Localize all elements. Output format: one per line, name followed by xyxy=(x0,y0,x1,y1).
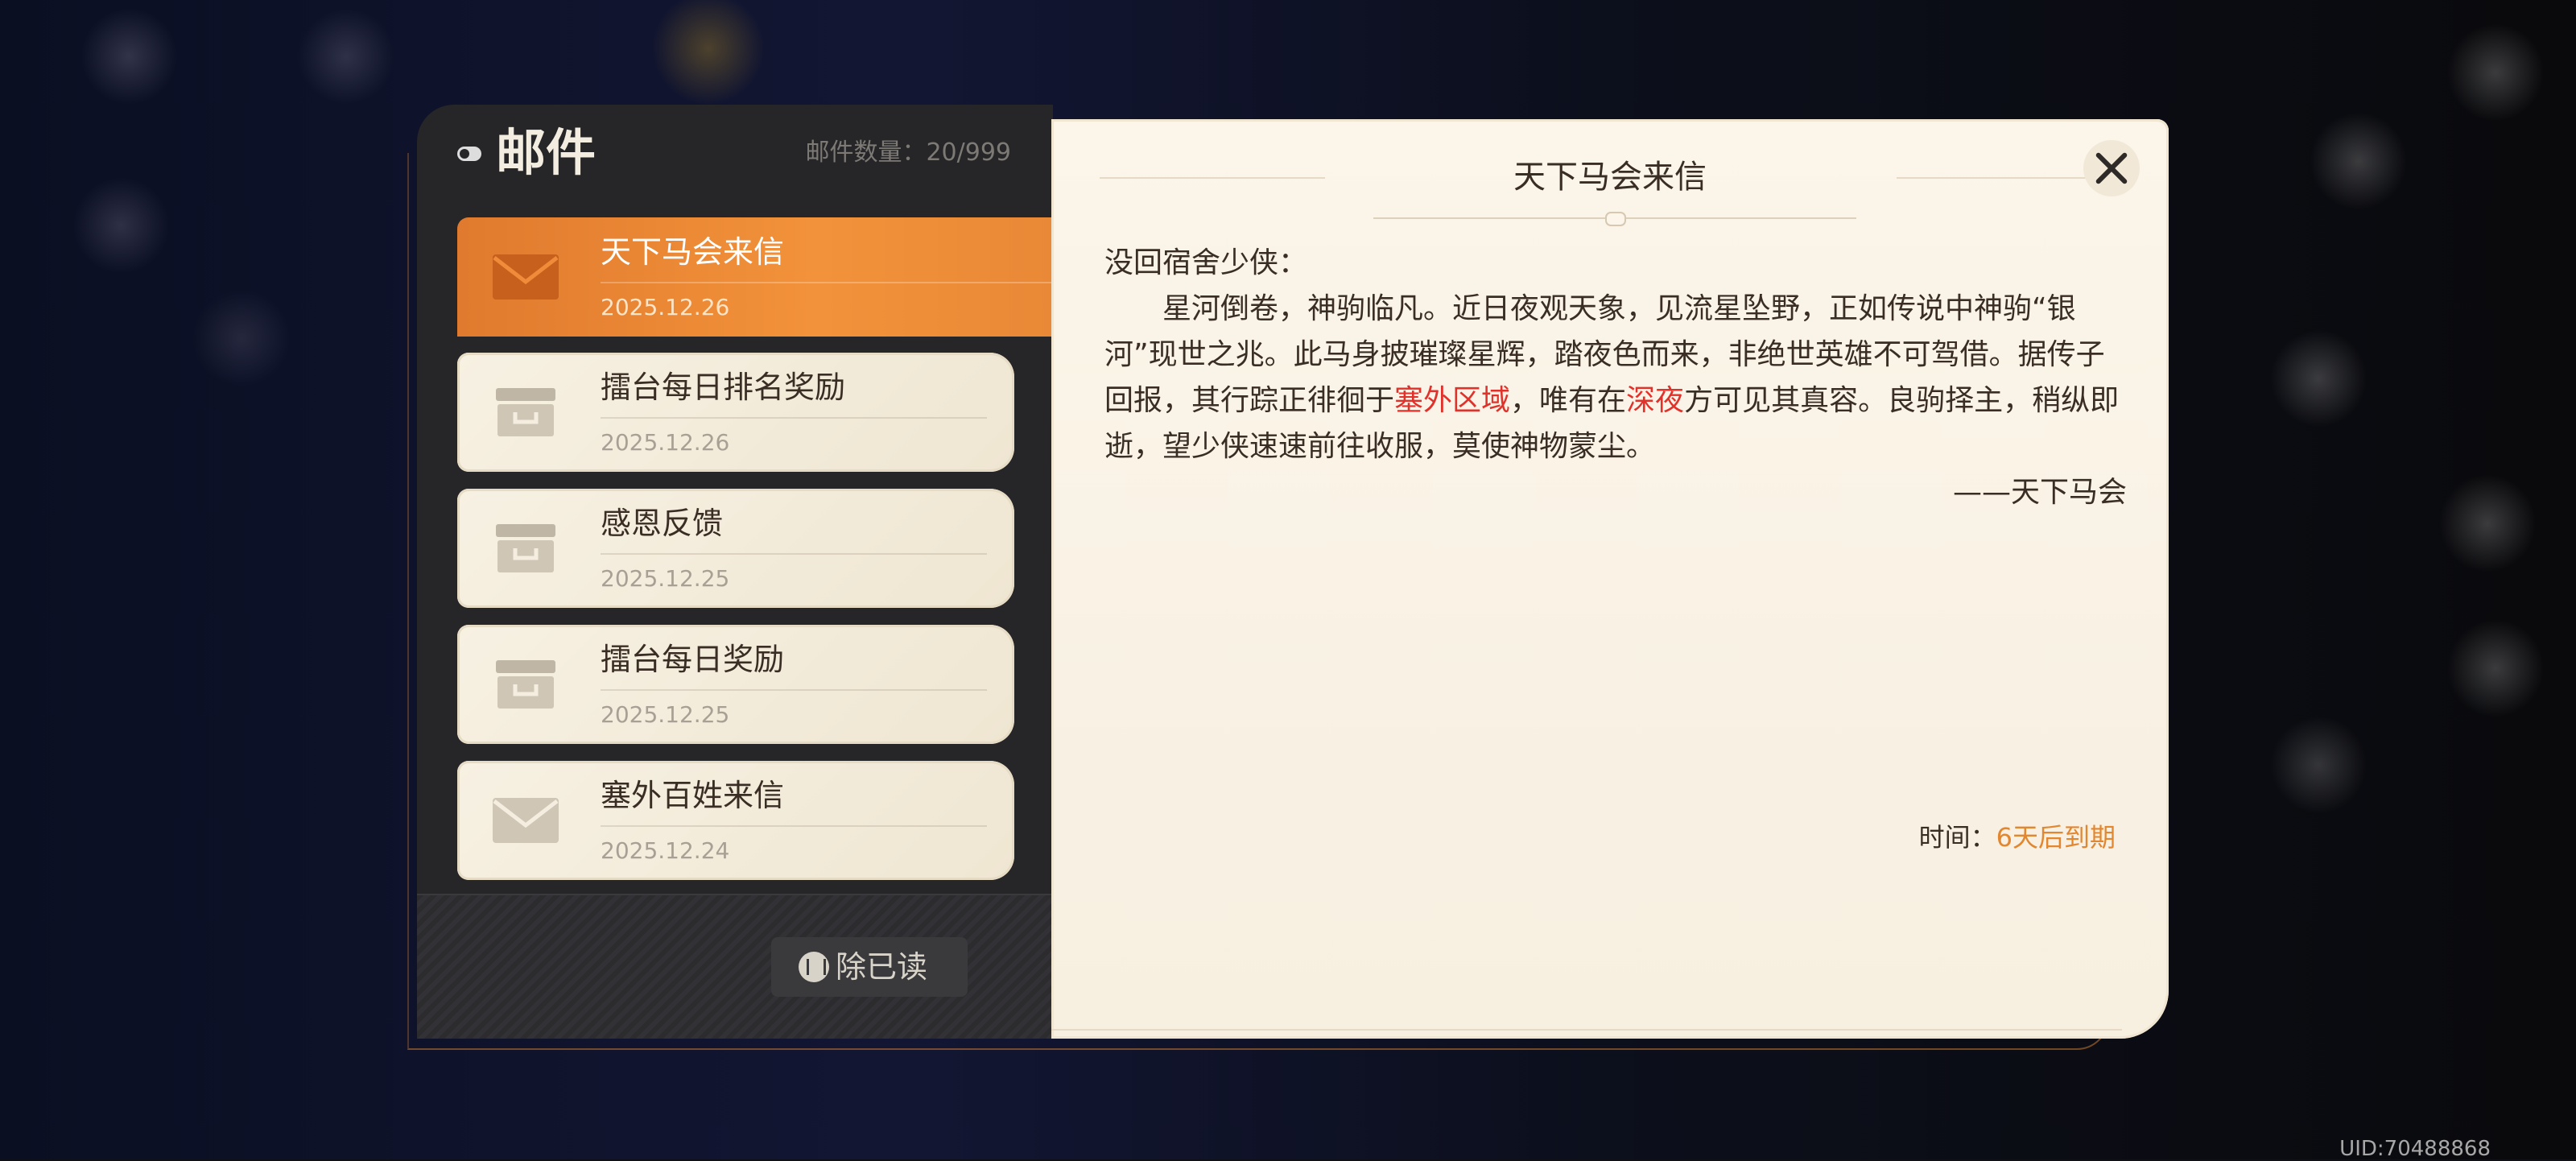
chest-icon xyxy=(491,385,560,440)
trash-icon xyxy=(799,952,829,982)
delete-read-button[interactable]: 除已读 xyxy=(771,937,968,997)
divider xyxy=(601,282,1051,283)
divider xyxy=(1051,1029,2122,1031)
divider xyxy=(601,553,987,555)
mail-date: 2025.12.25 xyxy=(601,699,729,731)
envelope-icon xyxy=(491,250,560,304)
time-label: 时间： xyxy=(1919,822,1996,853)
expiry-row: 时间：6天后到期 xyxy=(1919,820,2116,855)
mail-title: 感恩反馈 xyxy=(601,503,723,543)
letter-body: 没回宿舍少侠： 星河倒卷，神驹临凡。近日夜观天象，见流星坠野，正如传说中神驹“银… xyxy=(1104,240,2127,515)
chest-icon xyxy=(491,521,560,576)
mail-date: 2025.12.26 xyxy=(601,291,729,324)
toggle-icon xyxy=(457,147,481,161)
mail-item-leitai-daily[interactable]: 擂台每日奖励 2025.12.25 xyxy=(457,625,1014,744)
detail-title: 天下马会来信 xyxy=(1051,155,2169,200)
mail-panel-footer: 除已读 xyxy=(417,894,1053,1039)
letter-signature: ——天下马会 xyxy=(1104,469,2127,515)
mail-title: 塞外百姓来信 xyxy=(601,775,784,816)
divider xyxy=(601,689,987,691)
mail-panel-header: 邮件 邮件数量：20/999 xyxy=(417,105,1053,201)
ornament-icon xyxy=(1605,212,1626,226)
letter-greeting: 没回宿舍少侠： xyxy=(1104,240,2127,286)
mail-detail-panel: 天下马会来信 没回宿舍少侠： 星河倒卷，神驹临凡。近日夜观天象，见流星坠野，正如… xyxy=(1051,119,2169,1039)
mail-date: 2025.12.26 xyxy=(601,427,729,459)
highlight-time: 深夜 xyxy=(1626,384,1684,417)
uid-label: UID:70488868 xyxy=(2339,1138,2491,1159)
letter-text: ，唯有在 xyxy=(1510,384,1626,417)
mail-item-ganen-feedback[interactable]: 感恩反馈 2025.12.25 xyxy=(457,489,1014,608)
envelope-icon xyxy=(491,793,560,848)
expiry-value: 6天后到期 xyxy=(1996,822,2116,853)
mail-title: 擂台每日奖励 xyxy=(601,639,784,680)
chest-icon xyxy=(491,657,560,712)
divider xyxy=(601,825,987,827)
mail-item-tianxia-mahui[interactable]: 天下马会来信 2025.12.26 xyxy=(457,217,1053,337)
mail-count: 邮件数量：20/999 xyxy=(805,137,1011,169)
mail-date: 2025.12.25 xyxy=(601,563,729,595)
delete-read-label: 除已读 xyxy=(836,948,927,985)
mail-list: 天下马会来信 2025.12.26 擂台每日排名奖励 2025.12.26 感恩… xyxy=(457,217,1053,992)
mail-list-panel: 邮件 邮件数量：20/999 天下马会来信 2025.12.26 擂台每日排名奖… xyxy=(417,105,1053,1039)
divider xyxy=(601,417,987,419)
close-button[interactable] xyxy=(2083,140,2140,196)
mail-item-leitai-ranking[interactable]: 擂台每日排名奖励 2025.12.26 xyxy=(457,353,1014,472)
mail-date: 2025.12.24 xyxy=(601,835,729,867)
mail-title: 擂台每日排名奖励 xyxy=(601,367,845,407)
mail-title: 天下马会来信 xyxy=(601,232,784,272)
mail-item-saiwai-baixing[interactable]: 塞外百姓来信 2025.12.24 xyxy=(457,761,1014,880)
panel-title: 邮件 xyxy=(496,121,596,185)
highlight-location: 塞外区域 xyxy=(1394,384,1510,417)
letter-paragraph: 星河倒卷，神驹临凡。近日夜观天象，见流星坠野，正如传说中神驹“银河”现世之兆。此… xyxy=(1104,286,2127,469)
